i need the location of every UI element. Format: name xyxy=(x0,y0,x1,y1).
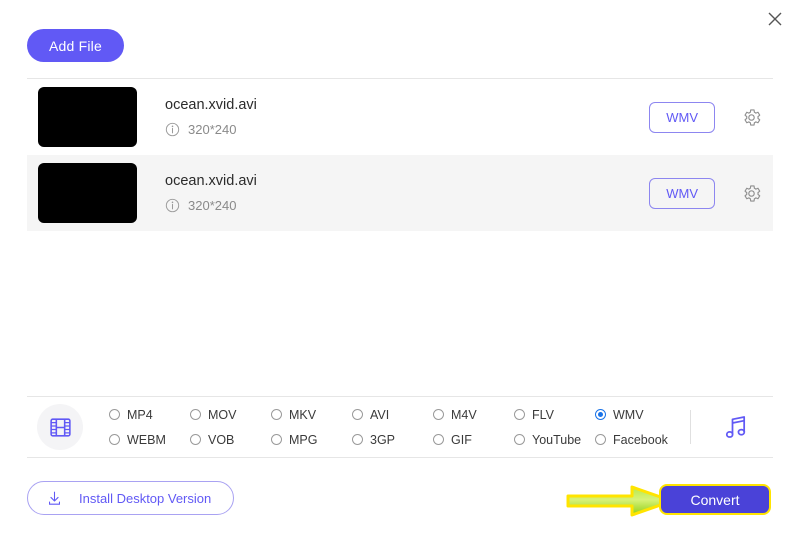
format-option-mpg[interactable]: MPG xyxy=(271,433,352,447)
file-dimensions: 320*240 xyxy=(188,198,237,213)
format-label: 3GP xyxy=(370,432,396,447)
radio-icon[interactable] xyxy=(433,409,444,420)
close-button[interactable] xyxy=(760,4,790,34)
format-label: WEBM xyxy=(127,432,166,447)
format-label: MP4 xyxy=(127,407,153,422)
format-option-mp4[interactable]: MP4 xyxy=(109,408,190,422)
music-note-icon xyxy=(725,416,746,438)
format-option-vob[interactable]: VOB xyxy=(190,433,271,447)
format-option-flv[interactable]: FLV xyxy=(514,408,595,422)
install-label: Install Desktop Version xyxy=(79,490,212,506)
table-row[interactable]: ocean.xvid.avi 320*240 WMV xyxy=(27,79,773,155)
format-label: VOB xyxy=(208,432,235,447)
file-name: ocean.xvid.avi xyxy=(165,173,257,189)
close-icon xyxy=(768,12,782,26)
format-label: M4V xyxy=(451,407,477,422)
format-option-facebook[interactable]: Facebook xyxy=(595,433,676,447)
install-desktop-version-button[interactable]: Install Desktop Version xyxy=(27,481,235,515)
format-option-webm[interactable]: WEBM xyxy=(109,433,190,447)
divider xyxy=(690,410,691,444)
video-category-button[interactable] xyxy=(37,404,83,450)
row-settings-button[interactable] xyxy=(739,105,763,129)
format-option-mkv[interactable]: MKV xyxy=(271,408,352,422)
format-option-3gp[interactable]: 3GP xyxy=(352,433,433,447)
video-thumbnail xyxy=(38,163,137,223)
add-file-container: Add File xyxy=(27,29,124,62)
download-icon xyxy=(49,491,60,505)
file-list: ocean.xvid.avi 320*240 WMV ocean.xvid.av… xyxy=(27,78,773,231)
format-option-m4v[interactable]: M4V xyxy=(433,408,514,422)
format-label: MPG xyxy=(289,432,318,447)
format-label: MKV xyxy=(289,407,317,422)
audio-category-button[interactable] xyxy=(719,410,753,444)
radio-icon[interactable] xyxy=(190,434,201,445)
file-info: ocean.xvid.avi 320*240 xyxy=(165,173,649,213)
yellow-arrow-annotation xyxy=(566,485,674,517)
format-label: WMV xyxy=(613,407,644,422)
film-strip-icon xyxy=(49,417,71,437)
gear-icon xyxy=(743,108,760,126)
file-subinfo: 320*240 xyxy=(165,198,649,213)
info-icon xyxy=(165,122,180,137)
radio-icon[interactable] xyxy=(433,434,444,445)
format-label: GIF xyxy=(451,432,472,447)
radio-icon-selected[interactable] xyxy=(595,409,606,420)
radio-icon[interactable] xyxy=(190,409,201,420)
radio-icon[interactable] xyxy=(271,409,282,420)
file-info: ocean.xvid.avi 320*240 xyxy=(165,97,649,137)
format-label: AVI xyxy=(370,407,390,422)
video-thumbnail xyxy=(38,87,137,147)
format-label: YouTube xyxy=(532,432,582,447)
radio-icon[interactable] xyxy=(595,434,606,445)
table-row[interactable]: ocean.xvid.avi 320*240 WMV xyxy=(27,155,773,231)
radio-icon[interactable] xyxy=(109,434,120,445)
row-settings-button[interactable] xyxy=(739,181,763,205)
format-option-mov[interactable]: MOV xyxy=(190,408,271,422)
radio-icon[interactable] xyxy=(352,434,363,445)
radio-icon[interactable] xyxy=(514,434,525,445)
radio-icon[interactable] xyxy=(514,409,525,420)
format-option-wmv[interactable]: WMV xyxy=(595,408,676,422)
add-file-button[interactable]: Add File xyxy=(27,29,124,62)
format-option-gif[interactable]: GIF xyxy=(433,433,514,447)
info-icon xyxy=(165,198,180,213)
radio-icon[interactable] xyxy=(352,409,363,420)
row-format-badge[interactable]: WMV xyxy=(649,177,715,209)
format-label: MOV xyxy=(208,407,237,422)
file-name: ocean.xvid.avi xyxy=(165,97,257,113)
format-selector-bar: MP4 MOV MKV AVI M4V FLV WMV WEBM VOB MPG… xyxy=(27,396,773,458)
format-label: Facebook xyxy=(613,432,668,447)
row-format-badge[interactable]: WMV xyxy=(649,101,715,133)
format-option-youtube[interactable]: YouTube xyxy=(514,433,595,447)
gear-icon xyxy=(743,184,760,202)
radio-icon[interactable] xyxy=(109,409,120,420)
format-option-avi[interactable]: AVI xyxy=(352,408,433,422)
file-subinfo: 320*240 xyxy=(165,122,649,137)
file-dimensions: 320*240 xyxy=(188,122,237,137)
format-options-grid: MP4 MOV MKV AVI M4V FLV WMV WEBM VOB MPG… xyxy=(109,402,676,452)
convert-button[interactable]: Convert xyxy=(659,484,771,515)
format-label: FLV xyxy=(532,407,554,422)
radio-icon[interactable] xyxy=(271,434,282,445)
